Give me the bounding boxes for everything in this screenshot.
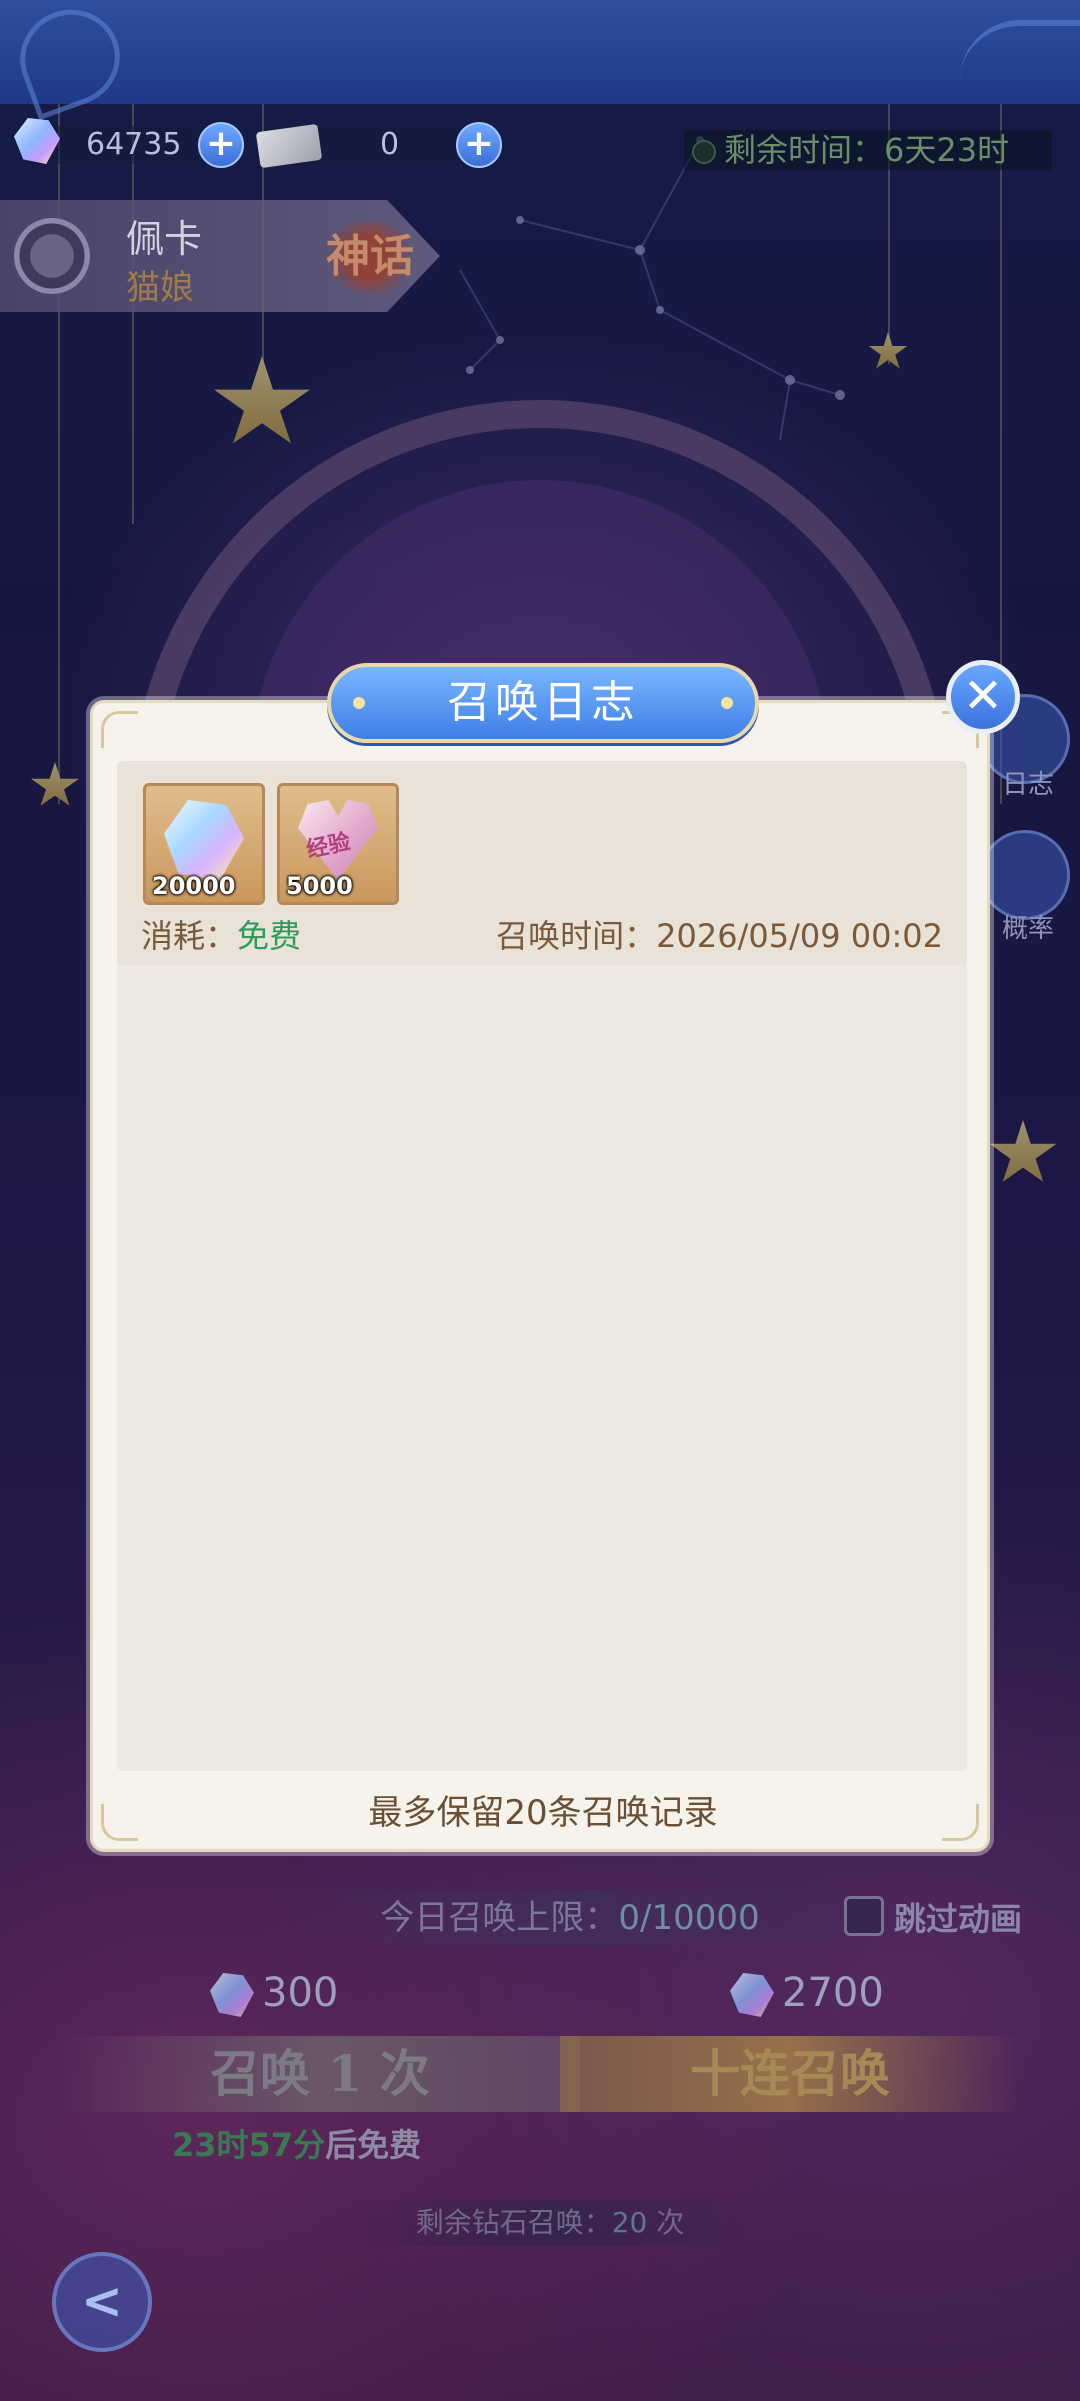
back-arrow-icon: <	[81, 2272, 123, 2330]
top-banner	[0, 0, 1080, 121]
event-timer: 剩余时间：6天23时	[684, 130, 1052, 170]
remaining-unit: 次	[656, 2206, 685, 2239]
timer-text: 剩余时间：6天23时	[724, 131, 1010, 169]
close-button[interactable]: ✕	[946, 660, 1020, 734]
log-list[interactable]: 20000 经验 5000 消耗：免费 召唤时间：2026/05/09 00:0…	[117, 761, 967, 1771]
log-retention-note: 最多保留20条召唤记录	[368, 1793, 718, 1833]
log-entry: 20000 经验 5000 消耗：免费 召唤时间：2026/05/09 00:0…	[117, 761, 967, 965]
close-icon: ✕	[962, 668, 1004, 724]
back-button[interactable]: <	[52, 2252, 152, 2352]
daily-limit-label: 今日召唤上限：	[380, 1898, 619, 1938]
hero-info-card[interactable]: 佩卡 猫娘 神话	[0, 200, 440, 312]
diamond-icon	[210, 1973, 254, 2017]
time-label: 召唤时间：	[496, 917, 657, 955]
diamond-icon	[164, 800, 244, 880]
add-diamond-button[interactable]: +	[198, 122, 244, 168]
reward-count: 20000	[152, 872, 236, 900]
single-cost-value: 300	[262, 1970, 339, 2016]
reward-item-diamond[interactable]: 20000	[143, 783, 265, 905]
skip-animation-label[interactable]: 跳过动画	[894, 1894, 1022, 1940]
entry-cost: 消耗：免费	[141, 911, 301, 957]
diamond-counter: 64735 +	[14, 118, 244, 168]
remaining-label: 剩余钻石召唤：	[415, 2206, 612, 2239]
probability-side-button[interactable]	[980, 830, 1070, 920]
corner-ornament	[101, 711, 138, 748]
ticket-counter: 0 +	[255, 122, 502, 169]
entry-time: 召唤时间：2026/05/09 00:02	[496, 911, 943, 957]
dialog-title-text: 召唤日志	[447, 677, 639, 728]
free-countdown-value: 23时57分	[172, 2126, 326, 2164]
hero-name: 佩卡	[126, 217, 203, 261]
ticket-icon	[255, 123, 323, 169]
ticket-count: 0	[380, 127, 400, 162]
heart-ornament-icon	[6, 0, 134, 121]
clock-icon	[692, 140, 716, 164]
free-countdown-suffix: 后免费	[325, 2126, 422, 2164]
remaining-diamond-summons: 剩余钻石召唤：20 次	[340, 2200, 760, 2246]
reward-item-exp[interactable]: 经验 5000	[277, 783, 399, 905]
skip-animation-checkbox[interactable]	[844, 1896, 884, 1936]
hero-rank-badge: 神话	[322, 222, 418, 292]
dialog-title: 召唤日志	[327, 663, 759, 743]
add-ticket-button[interactable]: +	[456, 122, 502, 168]
diamond-icon	[730, 1973, 774, 2017]
free-countdown: 23时57分后免费	[172, 2120, 421, 2166]
daily-limit: 今日召唤上限：0/10000	[260, 1890, 880, 1946]
cost-label: 消耗：	[141, 917, 238, 955]
time-value: 2026/05/09 00:02	[656, 917, 943, 955]
moon-emblem-icon	[14, 218, 90, 294]
single-summon-cost: 300	[210, 1970, 338, 2017]
diamond-count: 64735	[86, 127, 182, 162]
single-summon-button[interactable]: 召唤 1 次	[60, 2036, 580, 2112]
reward-count: 5000	[286, 872, 353, 900]
wave-ornament-icon	[960, 20, 1080, 96]
title-ornament-dot	[721, 697, 733, 709]
ten-cost-value: 2700	[782, 1970, 884, 2016]
daily-limit-value: 0/10000	[618, 1898, 760, 1938]
title-ornament-dot	[353, 697, 365, 709]
summon-log-dialog: 召唤日志 20000 经验 5000 消耗：免费 召唤时间：2026/05/09…	[90, 663, 990, 1852]
remaining-value: 20	[611, 2206, 648, 2239]
log-side-label: 日志	[1001, 770, 1054, 800]
hero-title: 猫娘	[126, 268, 194, 308]
cost-value: 免费	[237, 917, 302, 955]
ten-summon-cost: 2700	[730, 1970, 884, 2017]
probability-side-label: 概率	[1001, 914, 1054, 944]
ten-summon-button[interactable]: 十连召唤	[560, 2036, 1020, 2112]
